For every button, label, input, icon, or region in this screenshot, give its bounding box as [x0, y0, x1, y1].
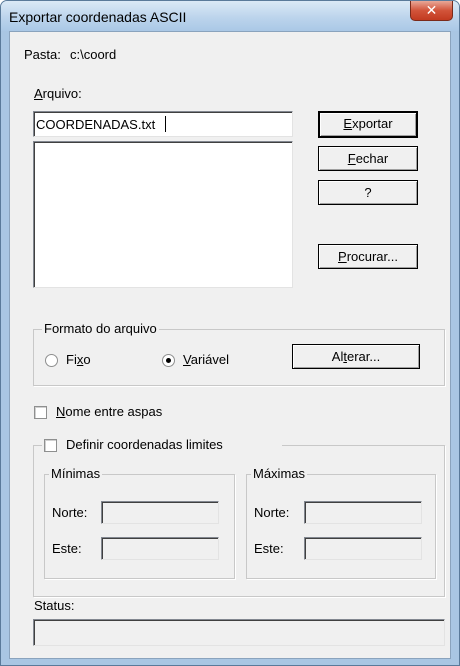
limits-title: Definir coordenadas limites	[66, 437, 223, 452]
browse-button[interactable]: Procurar...	[318, 244, 418, 269]
radio-selected-dot	[166, 358, 171, 363]
folder-value: c:\coord	[70, 47, 117, 62]
radio-fixo[interactable]	[45, 354, 58, 367]
radio-variavel-label: Variável	[183, 352, 230, 367]
file-label: Arquivo:	[34, 86, 82, 101]
export-label: xportar	[352, 116, 393, 131]
help-label: ?	[364, 185, 372, 200]
max-norte-label: Norte:	[254, 505, 290, 520]
max-este-label: Este:	[254, 541, 284, 556]
file-name-value: COORDENADAS.txt	[36, 117, 156, 132]
status-field	[33, 619, 445, 646]
browse-label: rocurar...	[346, 249, 398, 264]
change-format-label: Alterar...	[331, 349, 381, 364]
radio-fixo-label: Fixo	[66, 352, 91, 367]
browse-mnemonic: P	[338, 249, 347, 264]
close-mnemonic: F	[347, 151, 356, 166]
maximas-title: Máximas	[251, 466, 308, 481]
quoted-names-label: Nome entre aspas	[56, 404, 163, 419]
window-title: Exportar coordenadas ASCII	[9, 9, 187, 25]
minimas-title: Mínimas	[49, 466, 103, 481]
file-list[interactable]	[33, 141, 293, 288]
max-norte-input[interactable]	[304, 501, 422, 524]
maximas-group: Máximas Norte: Este:	[246, 466, 436, 579]
min-norte-label: Norte:	[52, 505, 88, 520]
close-button[interactable]: ✕	[410, 1, 453, 21]
radio-variavel[interactable]	[162, 354, 175, 367]
export-button[interactable]: Exportar	[318, 111, 418, 138]
folder-label: Pasta:	[24, 47, 61, 62]
export-mnemonic: E	[343, 116, 353, 131]
file-format-group: Formato do arquivo Fixo Variável Alterar…	[33, 321, 445, 386]
max-este-input[interactable]	[304, 537, 422, 560]
limits-checkbox[interactable]	[44, 439, 57, 452]
close-icon: ✕	[425, 2, 438, 18]
file-name-input[interactable]: COORDENADAS.txt	[33, 111, 293, 137]
quoted-names-checkbox[interactable]	[34, 406, 47, 419]
text-caret	[165, 116, 166, 132]
dialog-client: Pasta: c:\coord Arquivo: COORDENADAS.txt…	[9, 31, 451, 659]
min-este-input[interactable]	[101, 537, 219, 560]
help-button[interactable]: ?	[318, 180, 418, 205]
change-format-button[interactable]: Alterar...	[292, 344, 420, 369]
title-bar[interactable]: Exportar coordenadas ASCII ✕	[1, 1, 459, 31]
close-dialog-label: echar	[355, 151, 389, 166]
file-format-title: Formato do arquivo	[42, 321, 159, 336]
close-dialog-button[interactable]: Fechar	[318, 146, 418, 171]
min-este-label: Este:	[52, 541, 82, 556]
dialog-window: Exportar coordenadas ASCII ✕ Pasta: c:\c…	[0, 0, 460, 666]
min-norte-input[interactable]	[101, 501, 219, 524]
minimas-group: Mínimas Norte: Este:	[44, 466, 235, 579]
limits-group: Definir coordenadas limites Mínimas Nort…	[33, 437, 445, 597]
status-label: Status:	[34, 598, 75, 613]
